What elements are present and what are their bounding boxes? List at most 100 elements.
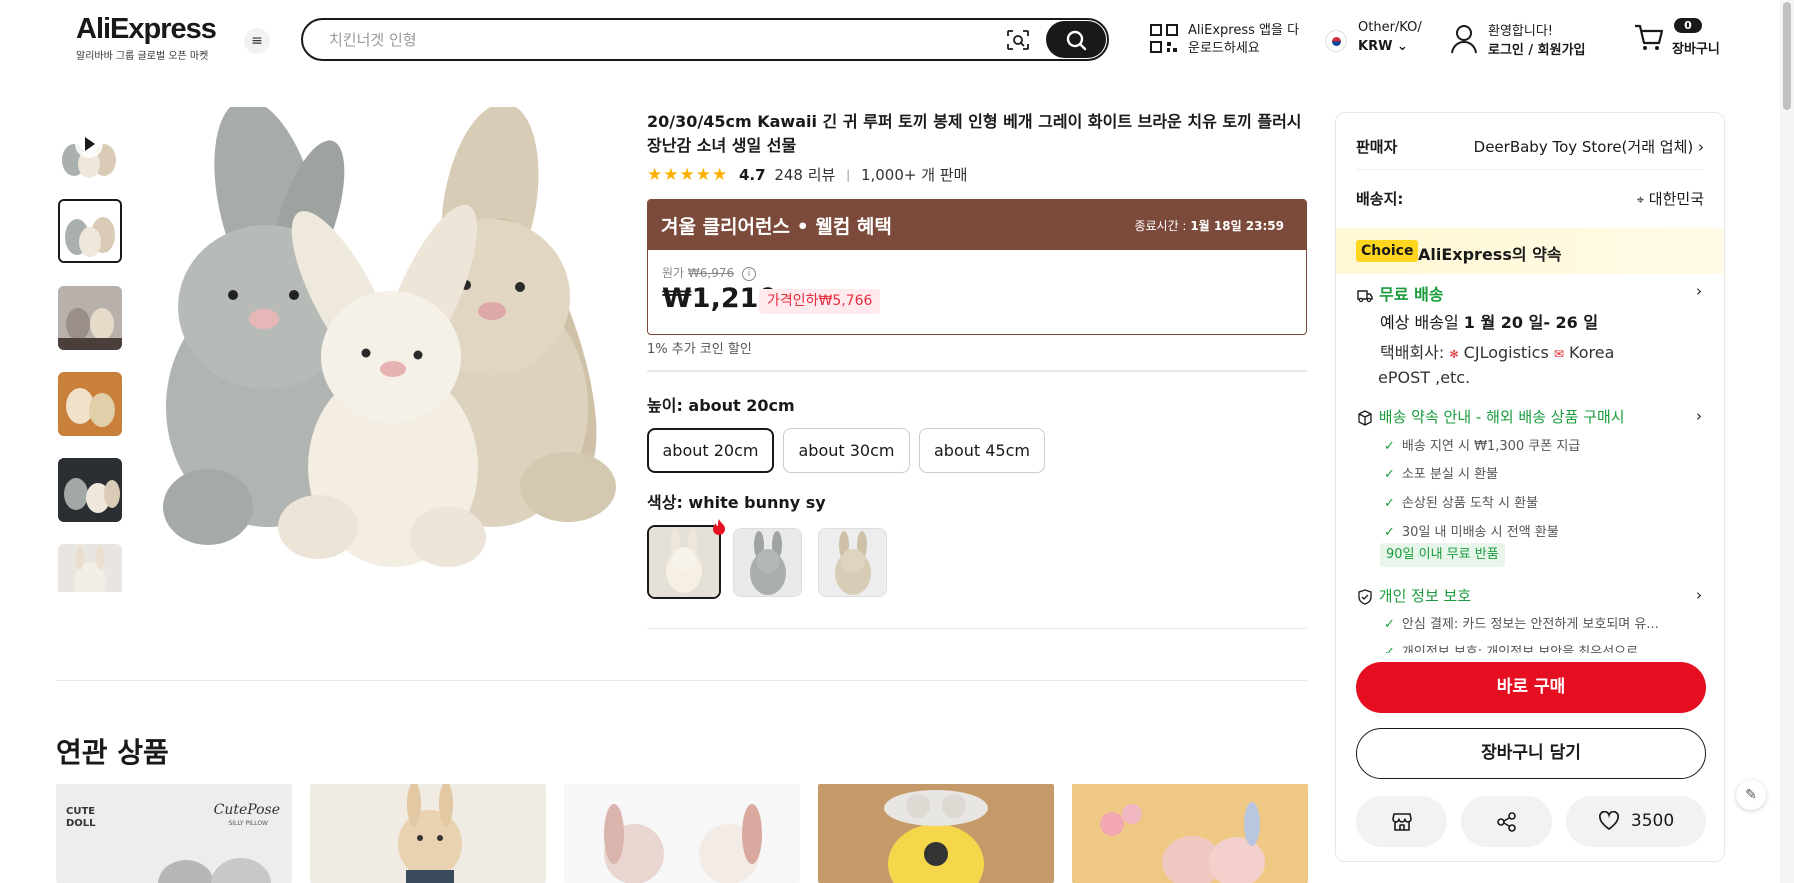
eta-dates: 1 월 20 일- 26 일: [1463, 313, 1599, 332]
product-title: 20/30/45cm Kawaii 긴 귀 루퍼 토끼 봉제 인형 베개 그레이…: [647, 112, 1302, 155]
color-option-label: 색상: white bunny sy: [647, 489, 826, 513]
gray-bunny-swatch-image: [734, 529, 801, 596]
main-product-image[interactable]: [148, 107, 618, 587]
share-button[interactable]: [1461, 796, 1552, 847]
brown-bunny-swatch-image: [819, 529, 886, 596]
cart-count-badge: 0: [1674, 18, 1702, 33]
privacy-item: 안심 결제: 카드 정보는 안전하게 보호되며 유...: [1384, 613, 1659, 632]
search-input[interactable]: [329, 29, 979, 51]
hamburger-icon[interactable]: ≡: [244, 28, 270, 54]
logo-text: AliExpress: [76, 13, 217, 45]
location-pin-icon: ⌖: [1636, 193, 1645, 208]
chevron-right-icon[interactable]: ›: [1696, 282, 1702, 300]
store-button[interactable]: [1356, 796, 1447, 847]
scrollbar-thumb[interactable]: [1783, 2, 1791, 110]
divider: [647, 370, 1307, 372]
korea-flag-icon: [1325, 30, 1347, 52]
related-product-image: [158, 858, 271, 883]
size-selected-value: about 20cm: [688, 396, 795, 415]
choice-badge: Choice: [1356, 240, 1419, 262]
buy-now-button[interactable]: 바로 구매: [1356, 662, 1706, 713]
seller-label: 판매자: [1356, 138, 1398, 156]
choice-promise-text: AliExpress의 약속: [1418, 245, 1562, 264]
free-shipping-title[interactable]: 무료 배송: [1356, 281, 1444, 305]
language-label: Other/KO/: [1358, 20, 1422, 35]
store-icon: [1391, 813, 1412, 831]
chevron-right-icon[interactable]: ›: [1696, 586, 1702, 604]
separator: |: [846, 167, 851, 182]
user-icon: [1451, 25, 1477, 54]
promise-item: 손상된 상품 도착 시 환불: [1384, 492, 1538, 511]
discount-badge: 가격인하₩5,766: [759, 289, 881, 314]
related-product-card[interactable]: CUTE DOLL CutePose SILLY PILLOW: [56, 784, 292, 883]
related-product-image: [884, 790, 988, 883]
color-option-white[interactable]: [647, 525, 721, 599]
welcome-text: 환영합니다!: [1488, 24, 1554, 39]
bunny-thumbnail-image: [58, 544, 122, 592]
edit-icon[interactable]: ✎: [1736, 780, 1766, 810]
thumbnail-1[interactable]: [58, 199, 122, 263]
heart-icon: [1598, 810, 1619, 831]
size-option-45cm[interactable]: about 45cm: [919, 428, 1045, 473]
free-shipping-label: 무료 배송: [1379, 285, 1444, 304]
related-product-image: [398, 784, 462, 883]
related-products-title: 연관 상품: [56, 736, 169, 769]
related-product-card[interactable]: [564, 784, 800, 883]
thumbnail-5[interactable]: [58, 544, 122, 592]
carrier-line2: ePOST ,etc.: [1378, 368, 1471, 387]
original-price: ₩6,976: [687, 266, 735, 280]
delivery-promise-title[interactable]: 배송 약속 안내 - 해외 배송 상품 구매시: [1356, 406, 1625, 427]
app-download-line2: 운로드하세요: [1188, 41, 1260, 56]
related-product-card[interactable]: [818, 784, 1054, 883]
cart-button[interactable]: 0 장바구니: [1634, 18, 1724, 58]
related-card-text: DOLL: [66, 818, 96, 829]
shield-icon: [1358, 588, 1372, 605]
video-thumbnail[interactable]: [58, 118, 122, 182]
purchase-panel: 판매자 DeerBaby Toy Store(거래 업체) › 배송지: ⌖ 대…: [1335, 112, 1725, 862]
aliexpress-logo[interactable]: AliExpress 알리바바 그룹 글로벌 오픈 마켓: [76, 14, 226, 62]
delivery-promise-label: 배송 약속 안내 - 해외 배송 상품 구매시: [1378, 408, 1625, 426]
color-option-brown[interactable]: [818, 528, 887, 597]
size-option-20cm[interactable]: about 20cm: [647, 428, 774, 473]
sold-count: 1,000+ 개 판매: [860, 166, 968, 184]
thumbnail-list: [56, 118, 124, 592]
size-label: 높이:: [647, 396, 689, 415]
thumbnail-2[interactable]: [58, 286, 122, 350]
divider: [56, 680, 1307, 681]
free-return-badge: 90일 이내 무료 반품: [1380, 543, 1505, 567]
privacy-title[interactable]: 개인 정보 보호: [1356, 585, 1471, 606]
chevron-right-icon[interactable]: ›: [1696, 407, 1702, 425]
promo-time-label: 종료시간 :: [1134, 219, 1187, 233]
privacy-label: 개인 정보 보호: [1378, 587, 1472, 605]
ship-to-row[interactable]: 배송지: ⌖ 대한민국: [1356, 188, 1704, 209]
thumbnail-4[interactable]: [58, 458, 122, 522]
thumbnail-3[interactable]: [58, 372, 122, 436]
ship-to-label: 배송지:: [1356, 190, 1404, 208]
reviews-link[interactable]: 248 리뷰: [774, 166, 835, 184]
promise-item: 배송 지연 시 ₩1,300 쿠폰 지급: [1384, 435, 1580, 454]
promo-header: 겨울 클리어런스 • 웰컴 혜택 종료시간 : 1월 18일 23:59: [648, 200, 1306, 250]
ship-to-country: 대한민국: [1648, 190, 1704, 208]
seller-name[interactable]: DeerBaby Toy Store(거래 업체): [1474, 138, 1694, 156]
related-product-card[interactable]: [1072, 784, 1308, 883]
estimated-delivery: 예상 배송일 1 월 20 일- 26 일: [1380, 310, 1598, 335]
scrollbar[interactable]: [1780, 0, 1794, 883]
wishlist-button[interactable]: 3500: [1566, 796, 1706, 847]
wishlist-count: 3500: [1630, 811, 1675, 831]
size-option-30cm[interactable]: about 30cm: [783, 428, 910, 473]
search-button[interactable]: [1046, 21, 1106, 58]
related-card-text: SILLY PILLOW: [228, 820, 268, 827]
hot-flame-icon: [713, 519, 725, 535]
related-card-text: CUTE: [66, 806, 96, 817]
login-signup-link[interactable]: 로그인 / 회원가입: [1488, 39, 1586, 58]
image-search-icon[interactable]: [1006, 29, 1030, 51]
color-option-gray[interactable]: [733, 528, 802, 597]
search-bar: [301, 18, 1109, 61]
header: AliExpress 알리바바 그룹 글로벌 오픈 마켓 ≡ AliExpre: [0, 0, 1794, 80]
info-icon[interactable]: i: [741, 266, 756, 281]
truck-icon: [1357, 289, 1373, 302]
promo-time-value: 1월 18일 23:59: [1190, 219, 1284, 233]
related-product-card[interactable]: [310, 784, 546, 883]
add-to-cart-button[interactable]: 장바구니 담기: [1356, 728, 1706, 779]
seller-row[interactable]: 판매자 DeerBaby Toy Store(거래 업체) ›: [1356, 136, 1704, 157]
